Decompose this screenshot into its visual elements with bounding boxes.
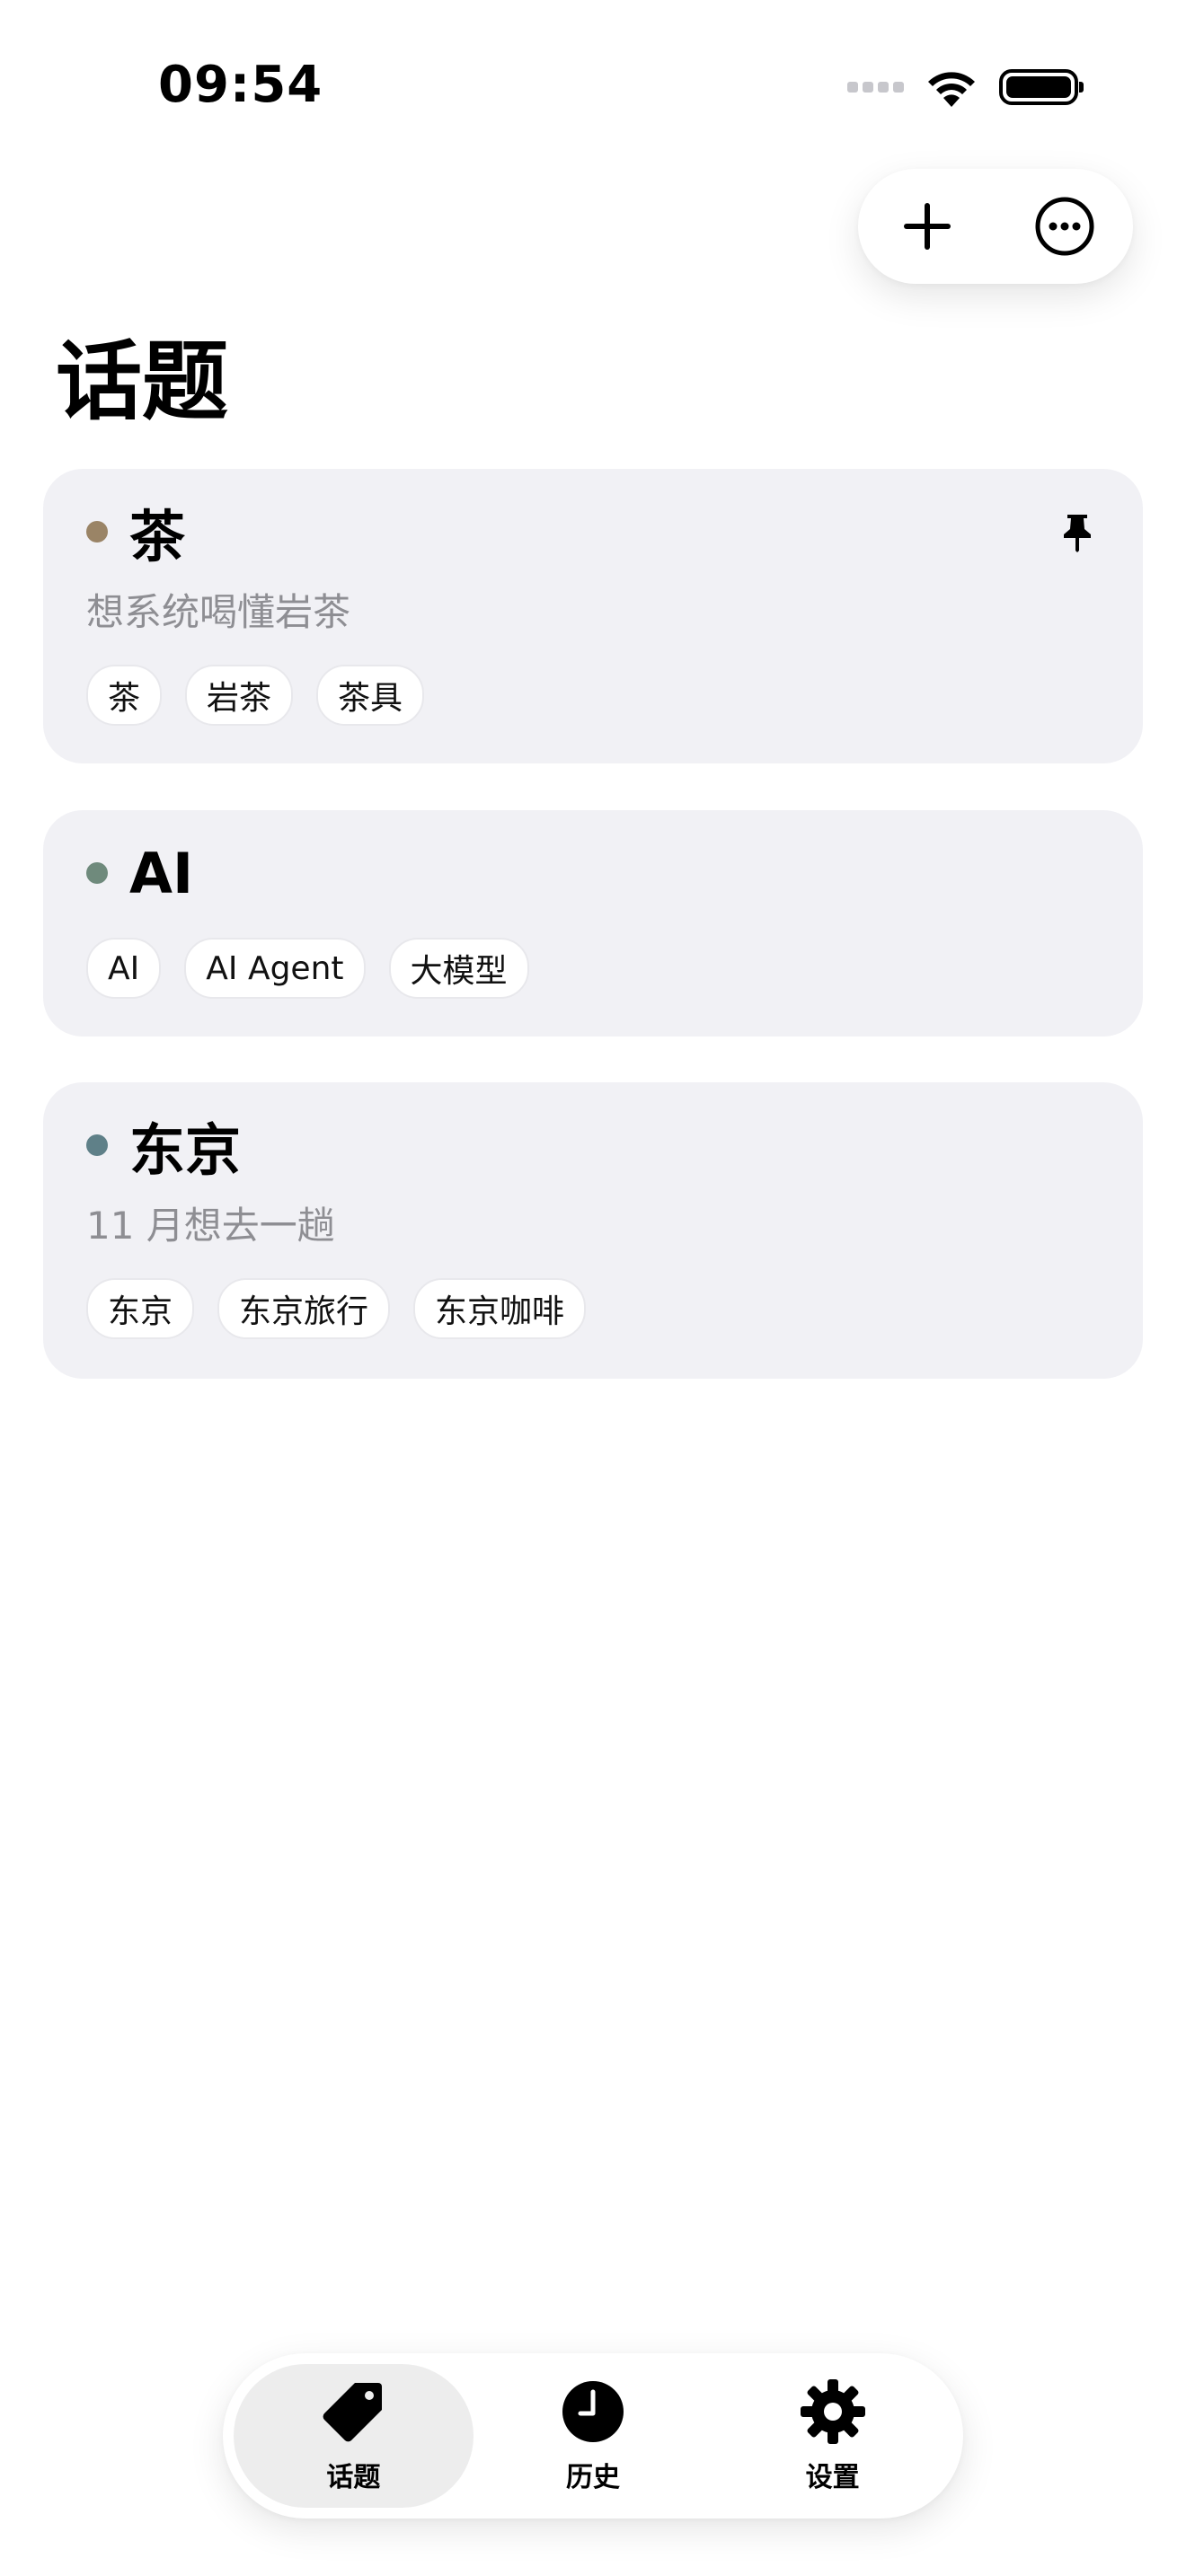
battery-icon: [999, 69, 1084, 105]
tab-topics[interactable]: 话题: [234, 2364, 474, 2508]
tag-icon: [323, 2383, 383, 2442]
topic-description: 11 月想去一趟: [86, 1204, 335, 1248]
topic-tags: 茶 岩茶 茶具: [86, 665, 1100, 726]
topic-title: 东京: [129, 1117, 242, 1183]
tab-bar: 话题 历史 设置: [223, 2353, 963, 2519]
topic-description: 想系统喝懂岩茶: [86, 590, 351, 634]
topic-card-tokyo[interactable]: 东京 11 月想去一趟 东京 东京旅行 东京咖啡: [43, 1082, 1143, 1379]
tag-chip[interactable]: 东京旅行: [217, 1278, 391, 1339]
tag-chip[interactable]: 东京咖啡: [413, 1278, 587, 1339]
topic-card-ai[interactable]: AI AI AI Agent 大模型: [43, 810, 1143, 1037]
tag-chip[interactable]: 茶: [86, 665, 163, 726]
topic-tags: 东京 东京旅行 东京咖啡: [86, 1278, 1100, 1339]
tag-chip[interactable]: AI Agent: [184, 938, 366, 999]
tab-label: 设置: [805, 2462, 860, 2493]
cellular-signal-icon: [847, 82, 904, 93]
ellipsis-circle-icon: [1035, 197, 1093, 256]
clock-icon: [562, 2381, 624, 2442]
tag-chip[interactable]: 大模型: [388, 938, 529, 999]
wifi-icon: [928, 72, 975, 107]
tag-chip[interactable]: 东京: [86, 1278, 195, 1339]
page-title: 话题: [56, 331, 228, 432]
topic-title: AI: [129, 840, 194, 906]
topic-tags: AI AI Agent 大模型: [86, 938, 1100, 999]
status-indicators: [847, 65, 1084, 110]
gear-icon: [800, 2379, 865, 2444]
tag-chip[interactable]: 茶具: [316, 665, 425, 726]
topic-title: 茶: [129, 504, 186, 569]
tab-label: 话题: [326, 2462, 381, 2493]
topic-color-dot: [86, 1134, 108, 1156]
tag-chip[interactable]: AI: [86, 938, 162, 999]
status-time: 09:54: [158, 56, 323, 114]
tag-chip[interactable]: 岩茶: [185, 665, 294, 726]
topic-color-dot: [86, 521, 108, 543]
topic-color-dot: [86, 862, 108, 884]
tab-history[interactable]: 历史: [474, 2364, 713, 2508]
add-topic-button[interactable]: [882, 181, 972, 271]
top-actions: [858, 169, 1133, 284]
tab-settings[interactable]: 设置: [712, 2364, 952, 2508]
more-options-button[interactable]: [1020, 181, 1110, 271]
pin-icon[interactable]: [1055, 509, 1100, 554]
topic-card-tea[interactable]: 茶 想系统喝懂岩茶 茶 岩茶 茶具: [43, 469, 1143, 763]
plus-icon: [903, 203, 951, 250]
tab-label: 历史: [566, 2462, 620, 2493]
